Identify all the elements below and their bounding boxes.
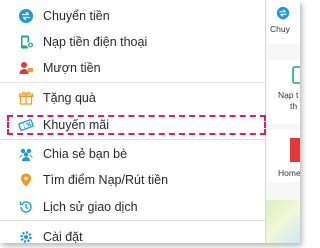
menu-item-settings[interactable]: Cài đặt: [0, 222, 265, 243]
home-tile-home[interactable]: Home: [266, 130, 300, 182]
home-tile-label: Nạp t: [278, 90, 299, 100]
navigation-drawer: Chuyển tiền Nạp tiền điện thoại Mượn tiề…: [0, 0, 266, 243]
menu-item-borrow[interactable]: Mượn tiền: [0, 53, 265, 83]
phone-topup-icon: [292, 66, 300, 89]
home-screen-peek: Chuy Nạp t th Home: [266, 0, 300, 243]
highlight-box: [7, 115, 266, 135]
location-pin-icon: [18, 172, 34, 188]
gift-icon: [18, 90, 34, 106]
phone-topup-icon: [18, 34, 34, 50]
menu-item-label: Tìm điểm Nạp/Rút tiền: [43, 173, 169, 187]
promo-banner-image[interactable]: [266, 200, 300, 243]
menu-item-gift[interactable]: Tặng quà: [0, 83, 265, 113]
home-tile-topup[interactable]: Nạp t th: [266, 60, 300, 124]
menu-item-label: Chia sẻ bạn bè: [43, 147, 128, 161]
menu-item-label: Mượn tiền: [43, 61, 101, 75]
menu-item-label: Tặng quà: [43, 91, 96, 105]
home-tile-label: Chuy: [270, 24, 290, 34]
home-banner-icon: [290, 138, 300, 162]
home-tile-transfer[interactable]: Chuy: [266, 0, 300, 44]
transfer-icon: [18, 8, 34, 24]
share-friends-icon: [18, 146, 34, 162]
menu-item-label: Cài đặt: [43, 230, 83, 243]
menu-item-history[interactable]: Lịch sử giao dịch: [0, 192, 265, 222]
borrow-money-icon: [18, 60, 34, 76]
menu-item-label: Chuyển tiền: [43, 9, 110, 23]
screenshot-frame: Chuyển tiền Nạp tiền điện thoại Mượn tiề…: [0, 0, 300, 243]
transfer-icon: [276, 6, 290, 25]
settings-icon: [18, 229, 34, 243]
menu-item-locations[interactable]: Tìm điểm Nạp/Rút tiền: [0, 165, 265, 195]
home-tile-label: Home: [278, 168, 300, 178]
menu-item-label: Lịch sử giao dịch: [43, 200, 138, 214]
divider: [0, 220, 265, 221]
history-icon: [18, 199, 34, 215]
menu-item-label: Nạp tiền điện thoại: [43, 35, 148, 49]
home-tile-label: th: [290, 101, 298, 111]
